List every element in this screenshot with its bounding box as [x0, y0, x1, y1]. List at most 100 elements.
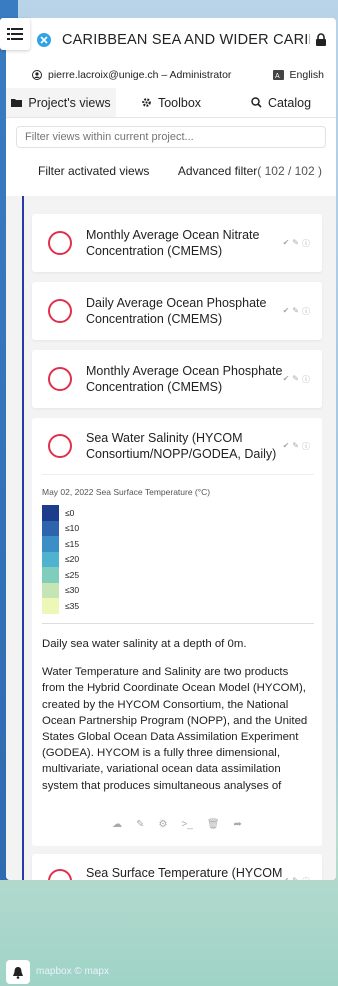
- view-toggle[interactable]: [48, 367, 72, 391]
- trash-icon[interactable]: 🗑: [207, 819, 220, 830]
- view-card[interactable]: Daily Average Ocean Phosphate Concentrat…: [32, 282, 322, 340]
- notifications-button[interactable]: [6, 960, 30, 984]
- view-card[interactable]: Monthly Average Ocean Nitrate Concentrat…: [32, 214, 322, 272]
- map-attribution[interactable]: mapbox © mapx: [36, 966, 109, 977]
- legend-swatch: [42, 520, 59, 536]
- tab-label: Project's views: [28, 95, 111, 110]
- legend-label: ≤15: [65, 538, 80, 549]
- user-icon: [32, 70, 42, 80]
- folder-icon: [11, 99, 23, 107]
- terminal-icon[interactable]: >_: [181, 819, 192, 830]
- legend-rows: ≤0 ≤10 ≤15 ≤20 ≤25 ≤30 ≤35: [42, 505, 314, 614]
- advanced-filter-button[interactable]: Advanced filter( 102 / 102 ): [178, 164, 322, 178]
- legend-swatch: [42, 551, 59, 567]
- view-badges: ✔✎ⓘ: [283, 238, 310, 249]
- views-list[interactable]: Monthly Average Ocean Nitrate Concentrat…: [6, 196, 336, 880]
- edit-icon: ✎: [292, 875, 299, 881]
- check-icon: ✔: [282, 237, 290, 247]
- legend-item: ≤30: [42, 582, 314, 598]
- advanced-filter-label: Advanced filter: [177, 164, 258, 178]
- legend-label: ≤30: [65, 585, 80, 596]
- panel-tabs: Project's views Toolbox Catalog: [6, 88, 336, 118]
- tab-toolbox[interactable]: Toolbox: [116, 88, 226, 117]
- info-icon: ⓘ: [302, 876, 310, 881]
- legend-label: ≤10: [65, 523, 80, 534]
- menu-toggle-button[interactable]: [0, 18, 30, 50]
- tab-label: Catalog: [267, 95, 312, 110]
- view-badges: ✔✎ⓘ: [283, 876, 310, 881]
- expanded-view-card[interactable]: Sea Water Salinity (HYCOM Consortium/NOP…: [32, 418, 322, 846]
- view-title[interactable]: Sea Surface Temperature (HYCOM Consortiu…: [86, 865, 283, 880]
- user-bar: pierre.lacroix@unige.ch – Administrator …: [6, 62, 336, 88]
- tab-label: Toolbox: [157, 95, 202, 110]
- legend-swatch: [42, 582, 59, 598]
- filter-input-wrap: [6, 118, 336, 154]
- legend-label: ≤0: [65, 507, 75, 518]
- legend-item: ≤35: [42, 598, 314, 614]
- info-icon: ⓘ: [302, 441, 310, 451]
- legend-swatch: [42, 505, 59, 521]
- description-paragraph: Water Temperature and Salinity are two p…: [42, 666, 308, 792]
- view-badges: ✔✎ⓘ: [283, 374, 310, 385]
- info-icon: ⓘ: [302, 306, 310, 316]
- view-toggle[interactable]: [48, 299, 72, 323]
- view-title[interactable]: Monthly Average Ocean Nitrate Concentrat…: [86, 227, 283, 260]
- lock-icon[interactable]: [314, 33, 328, 47]
- view-badges: ✔✎ⓘ: [283, 306, 310, 317]
- pencil-icon[interactable]: ✎: [136, 819, 144, 830]
- legend-title: May 02, 2022 Sea Surface Temperature (°C…: [42, 487, 211, 497]
- check-icon: ✔: [282, 373, 290, 383]
- check-icon: ✔: [282, 875, 290, 881]
- map-pin-icon: [37, 33, 51, 47]
- legend[interactable]: May 02, 2022 Sea Surface Temperature (°C…: [42, 474, 314, 624]
- view-title[interactable]: Sea Water Salinity (HYCOM Consortium/NOP…: [86, 430, 283, 463]
- language-icon: A: [272, 70, 284, 80]
- tab-projects-views[interactable]: Project's views: [6, 88, 116, 117]
- filter-row: Filter activated views Advanced filter( …: [6, 154, 336, 188]
- view-toggle[interactable]: [48, 434, 72, 458]
- share-icon[interactable]: ➦: [234, 819, 242, 830]
- bell-icon: [13, 966, 23, 979]
- filter-activated-button[interactable]: Filter activated views: [38, 164, 149, 178]
- view-card[interactable]: Sea Surface Temperature (HYCOM Consortiu…: [32, 854, 322, 880]
- tab-catalog[interactable]: Catalog: [226, 88, 336, 117]
- check-icon: ✔: [282, 305, 290, 315]
- legend-label: ≤20: [65, 554, 80, 565]
- info-icon: ⓘ: [302, 374, 310, 384]
- view-toggle[interactable]: [48, 869, 72, 880]
- edit-icon: ✎: [292, 305, 299, 315]
- filter-views-input[interactable]: [16, 126, 326, 148]
- timeline-line: [22, 196, 24, 880]
- project-titlebar: CARIBBEAN SEA AND WIDER CARIBB…: [6, 18, 336, 62]
- language-label: English: [289, 69, 324, 81]
- language-selector[interactable]: A English: [272, 69, 324, 81]
- gear-icon: [142, 98, 151, 107]
- view-badges: ✔✎ⓘ: [283, 441, 310, 452]
- legend-swatch: [42, 598, 59, 614]
- description-paragraph: Daily sea water salinity at a depth of 0…: [42, 638, 247, 650]
- view-title[interactable]: Daily Average Ocean Phosphate Concentrat…: [86, 295, 283, 328]
- legend-swatch: [42, 567, 59, 583]
- download-icon[interactable]: ☁: [112, 819, 122, 830]
- view-toggle[interactable]: [48, 231, 72, 255]
- edit-icon: ✎: [292, 440, 299, 450]
- search-icon: [251, 97, 262, 108]
- view-count: ( 102 / 102 ): [257, 164, 322, 178]
- settings-icon[interactable]: ⚙: [158, 819, 167, 830]
- user-info[interactable]: pierre.lacroix@unige.ch – Administrator: [32, 69, 231, 81]
- legend-label: ≤25: [65, 569, 80, 580]
- view-card[interactable]: Monthly Average Ocean Phosphate Concentr…: [32, 350, 322, 408]
- svg-text:A: A: [275, 73, 280, 80]
- legend-item: ≤10: [42, 520, 314, 536]
- view-actions: ☁ ✎ ⚙ >_ 🗑 ➦: [32, 802, 322, 846]
- check-icon: ✔: [282, 440, 290, 450]
- view-title[interactable]: Monthly Average Ocean Phosphate Concentr…: [86, 363, 283, 396]
- legend-item: ≤25: [42, 567, 314, 583]
- view-description: Daily sea water salinity at a depth of 0…: [32, 624, 322, 802]
- legend-item: ≤0: [42, 505, 314, 521]
- legend-item: ≤20: [42, 551, 314, 567]
- legend-swatch: [42, 536, 59, 552]
- user-email: pierre.lacroix@unige.ch – Administrator: [48, 69, 232, 81]
- edit-icon: ✎: [292, 373, 299, 383]
- project-title[interactable]: CARIBBEAN SEA AND WIDER CARIBB…: [62, 32, 310, 48]
